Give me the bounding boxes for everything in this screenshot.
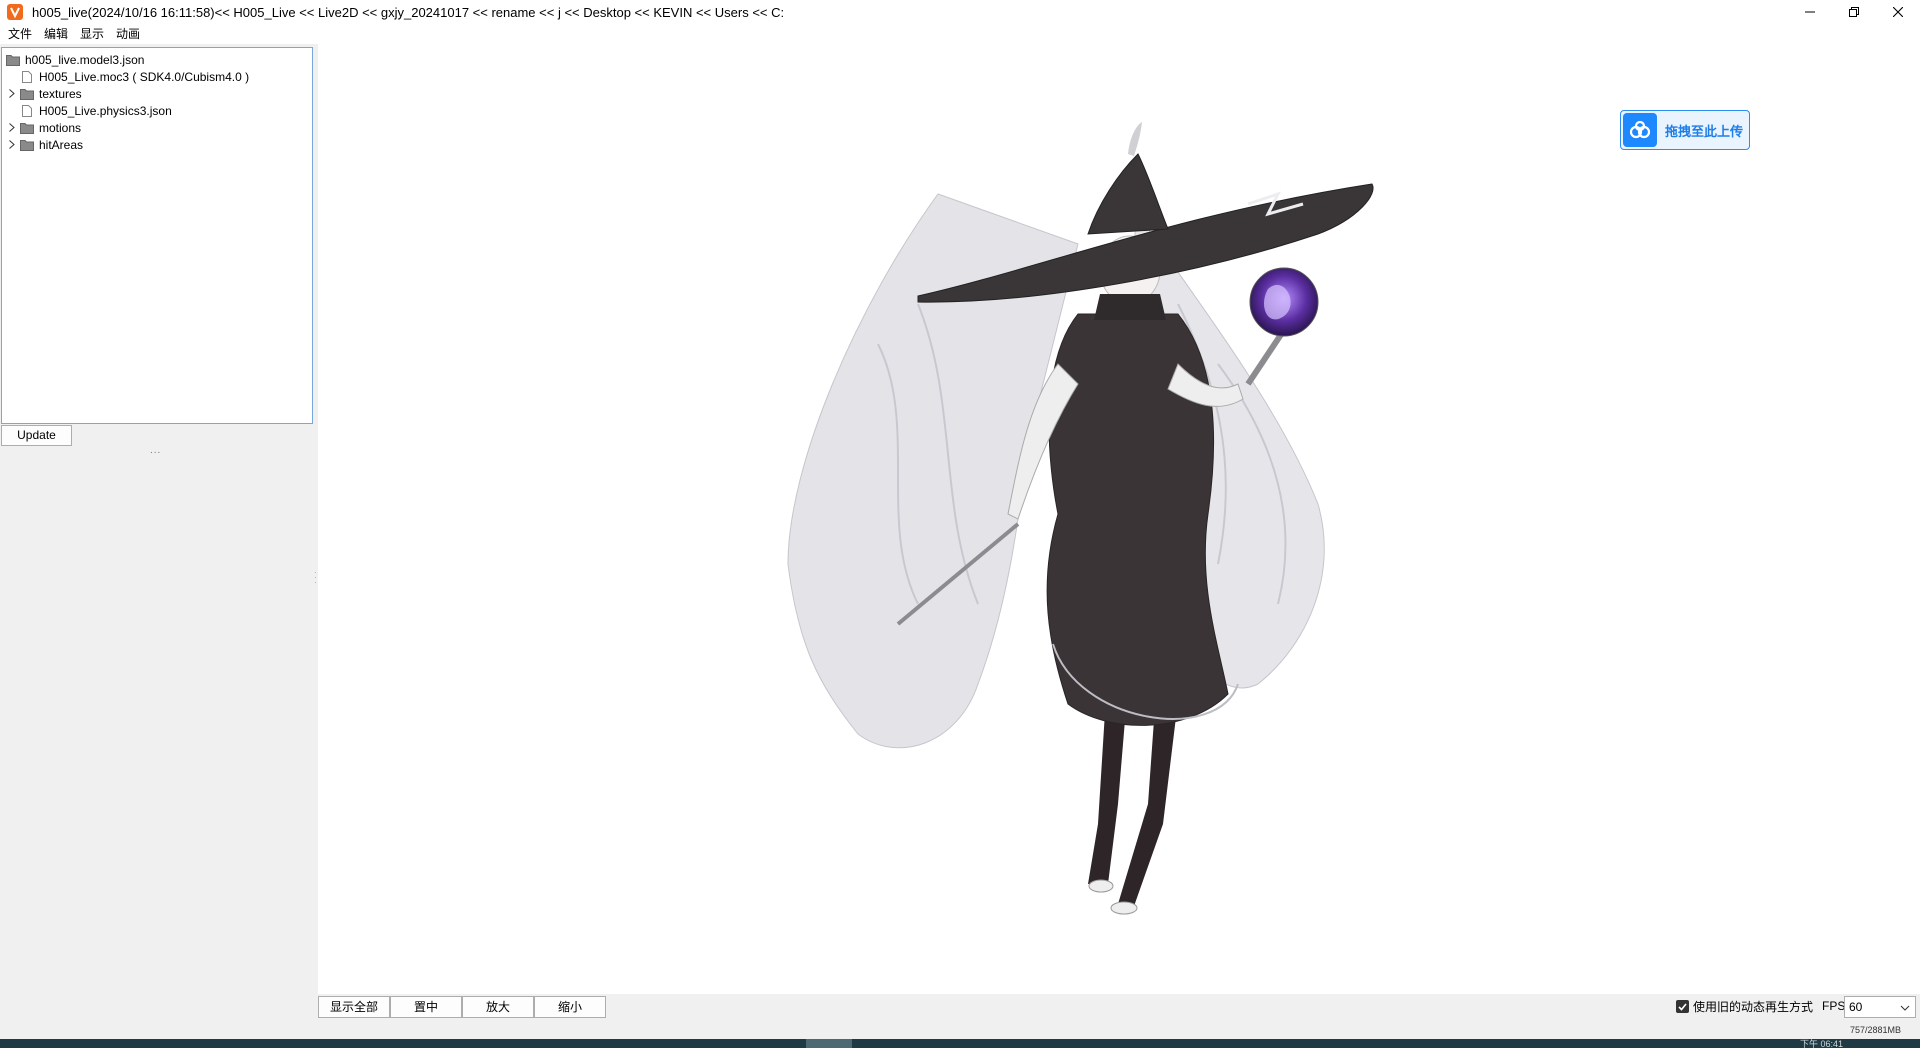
window-title: h005_live(2024/10/16 16:11:58)<< H005_Li… — [32, 4, 785, 20]
tree-item-label: H005_Live.moc3 ( SDK4.0/Cubism4.0 ) — [39, 69, 250, 84]
tree-item-hitareas[interactable]: hitAreas — [2, 136, 312, 153]
center-button[interactable]: 置中 — [390, 996, 462, 1018]
folder-icon — [6, 54, 20, 66]
panel-resize-dots[interactable]: ... — [150, 445, 161, 456]
file-icon — [20, 104, 34, 117]
expand-arrow-icon[interactable] — [7, 89, 17, 99]
app-logo-icon — [6, 3, 24, 21]
update-button[interactable]: Update — [1, 425, 72, 446]
legacy-motion-option[interactable]: 使用旧的动态再生方式 — [1676, 998, 1813, 1015]
check-icon — [1678, 1002, 1687, 1011]
left-panel: h005_live.model3.json H005_Live.moc3 ( S… — [0, 44, 318, 1039]
taskbar-active-app[interactable] — [806, 1039, 852, 1048]
tree-item-label: motions — [39, 120, 82, 135]
tree-item-physics[interactable]: H005_Live.physics3.json — [2, 102, 312, 119]
zoom-out-button[interactable]: 缩小 — [534, 996, 606, 1018]
upload-label: 拖拽至此上传 — [1665, 123, 1744, 139]
tree-item-label: textures — [39, 86, 82, 101]
tree-item-motions[interactable]: motions — [2, 119, 312, 136]
folder-icon — [20, 88, 34, 100]
zoom-in-button[interactable]: 放大 — [462, 996, 534, 1018]
tree-item-textures[interactable]: textures — [2, 85, 312, 102]
chevron-down-icon — [1900, 1000, 1910, 1020]
minimize-icon — [1805, 11, 1815, 13]
bottom-toolbar: 显示全部 置中 放大 缩小 使用旧的动态再生方式 FPS 60 757/2881… — [318, 994, 1920, 1039]
menu-edit[interactable]: 编辑 — [38, 24, 74, 44]
tree-item-label: H005_Live.physics3.json — [39, 103, 172, 118]
tree-root[interactable]: h005_live.model3.json — [2, 51, 312, 68]
folder-icon — [20, 139, 34, 151]
fps-select[interactable]: 60 — [1844, 996, 1916, 1018]
show-all-button[interactable]: 显示全部 — [318, 996, 390, 1018]
window-controls — [1788, 0, 1920, 24]
os-taskbar: 下午 06:41 — [0, 1039, 1920, 1048]
taskbar-clock: 下午 06:41 — [1800, 1039, 1844, 1048]
live2d-character-illustration — [787, 122, 1374, 915]
expand-arrow-icon[interactable] — [7, 140, 17, 150]
model-canvas[interactable]: 拖拽至此上传 — [318, 44, 1920, 994]
drag-upload-button[interactable]: 拖拽至此上传 — [1620, 110, 1750, 150]
restore-button[interactable] — [1832, 0, 1876, 24]
close-icon — [1893, 7, 1903, 17]
menu-bar: 文件 编辑 显示 动画 — [0, 24, 1920, 44]
folder-icon — [20, 122, 34, 134]
title-bar: h005_live(2024/10/16 16:11:58)<< H005_Li… — [0, 0, 1920, 24]
fps-label: FPS — [1822, 999, 1846, 1013]
menu-file[interactable]: 文件 — [2, 24, 38, 44]
menu-animation[interactable]: 动画 — [110, 24, 146, 44]
restore-icon — [1849, 7, 1859, 17]
legacy-motion-label: 使用旧的动态再生方式 — [1693, 1000, 1814, 1014]
menu-view[interactable]: 显示 — [74, 24, 110, 44]
minimize-button[interactable] — [1788, 0, 1832, 24]
cloud-upload-icon — [1623, 113, 1657, 147]
tree-root-label: h005_live.model3.json — [25, 52, 145, 67]
tree-item-moc[interactable]: H005_Live.moc3 ( SDK4.0/Cubism4.0 ) — [2, 68, 312, 85]
expand-arrow-icon[interactable] — [7, 123, 17, 133]
close-button[interactable] — [1876, 0, 1920, 24]
legacy-motion-checkbox[interactable] — [1676, 1000, 1689, 1013]
memory-usage: 757/2881MB — [1850, 1025, 1902, 1035]
model-tree[interactable]: h005_live.model3.json H005_Live.moc3 ( S… — [1, 47, 313, 424]
live2d-viewer-window: h005_live(2024/10/16 16:11:58)<< H005_Li… — [0, 0, 1920, 1048]
tree-item-label: hitAreas — [39, 137, 84, 152]
fps-value: 60 — [1849, 1000, 1863, 1014]
file-icon — [20, 70, 34, 83]
